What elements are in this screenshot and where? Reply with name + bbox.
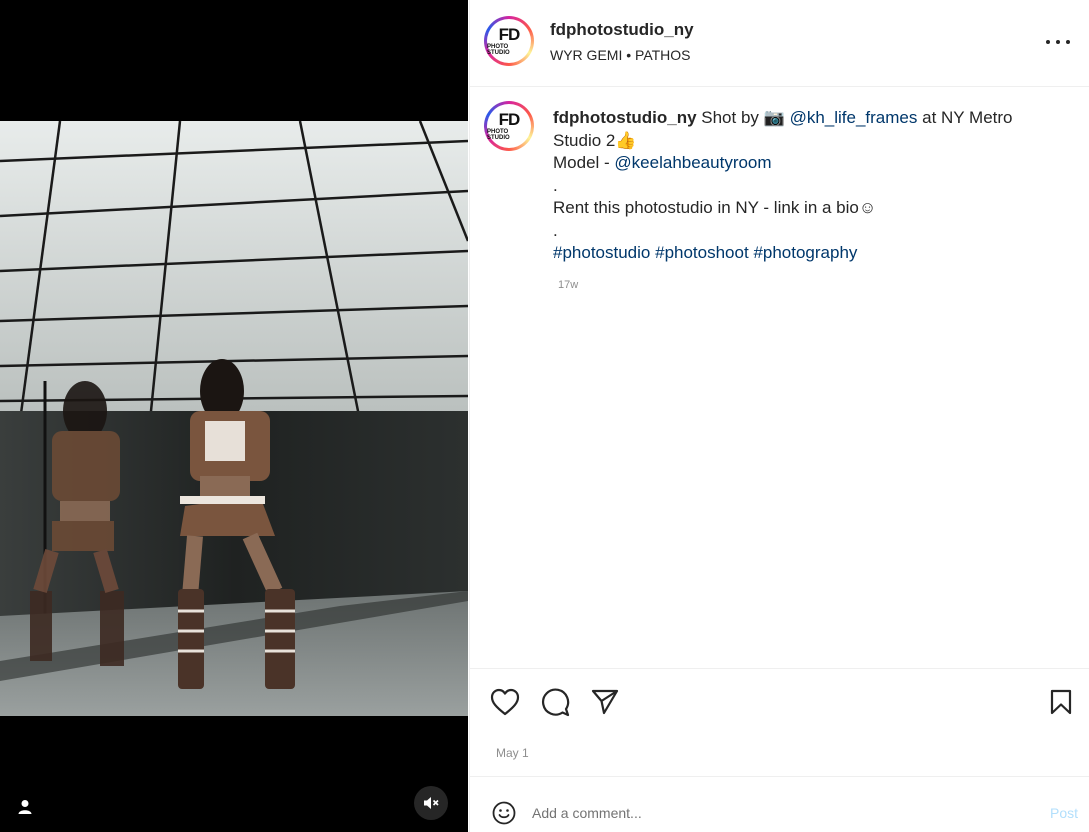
thumbs-up-emoji: 👍 xyxy=(615,130,637,150)
caption-username[interactable]: fdphotostudio_ny xyxy=(553,108,697,127)
caption-dot: . xyxy=(553,220,558,240)
caption-timestamp[interactable]: 17w xyxy=(558,279,578,291)
comment-input[interactable] xyxy=(532,802,1012,824)
audio-info[interactable]: WYR GEMI • PATHOS xyxy=(550,47,691,63)
more-dots-icon xyxy=(1046,40,1050,44)
caption-text: fdphotostudio_ny Shot by 📷 @kh_life_fram… xyxy=(553,107,1053,265)
like-button[interactable] xyxy=(489,686,521,718)
audio-artist: WYR GEMI xyxy=(550,47,623,63)
audio-separator: • xyxy=(626,47,632,63)
caption-avatar[interactable]: FD PHOTO STUDIO xyxy=(484,101,534,151)
post-comment-button[interactable]: Post xyxy=(1050,805,1078,821)
model-label: Model - xyxy=(553,153,610,172)
hashtag[interactable]: #photography xyxy=(753,243,857,262)
avatar[interactable]: FD PHOTO STUDIO xyxy=(484,16,534,66)
model-mention[interactable]: @keelahbeautyroom xyxy=(614,153,771,172)
emoji-button[interactable] xyxy=(492,801,516,825)
paper-plane-icon xyxy=(591,689,619,715)
avatar-logo-text: FD xyxy=(498,25,521,44)
avatar-logo-subtext: PHOTO STUDIO xyxy=(487,129,510,141)
photographer-mention[interactable]: @kh_life_frames xyxy=(790,108,918,127)
post-sidebar: FD PHOTO STUDIO fdphotostudio_ny WYR GEM… xyxy=(469,0,1089,832)
caption-dot: . xyxy=(553,175,558,195)
audio-track: PATHOS xyxy=(635,47,691,63)
hashtag[interactable]: #photostudio xyxy=(553,243,650,262)
action-bar: May 1 xyxy=(470,668,1089,778)
share-button[interactable] xyxy=(589,686,621,718)
post-header: FD PHOTO STUDIO fdphotostudio_ny WYR GEM… xyxy=(470,0,1089,87)
speaker-muted-icon xyxy=(424,797,439,809)
more-options-button[interactable] xyxy=(1046,30,1070,54)
caption-section: FD PHOTO STUDIO fdphotostudio_ny Shot by… xyxy=(470,87,1089,667)
comment-bubble-icon xyxy=(541,688,570,717)
header-username[interactable]: fdphotostudio_ny xyxy=(550,20,694,40)
smile-emoji: ☺ xyxy=(858,198,877,217)
rent-text: Rent this photostudio in NY - link in a … xyxy=(553,198,859,217)
media-pane xyxy=(0,0,468,832)
emoji-smile-icon xyxy=(492,801,516,825)
caption-shot-by: Shot by xyxy=(701,108,759,127)
post-date[interactable]: May 1 xyxy=(496,746,529,760)
mute-button[interactable] xyxy=(414,786,448,820)
bookmark-icon xyxy=(1050,689,1072,715)
person-icon[interactable] xyxy=(16,798,34,816)
comment-bar: Post xyxy=(470,776,1089,832)
save-button[interactable] xyxy=(1045,686,1077,718)
avatar-logo-text: FD xyxy=(498,110,521,129)
camera-emoji: 📷 xyxy=(763,108,785,127)
heart-icon xyxy=(490,688,520,716)
comment-button[interactable] xyxy=(539,686,571,718)
avatar-logo-subtext: PHOTO STUDIO xyxy=(487,44,510,56)
hashtag[interactable]: #photoshoot xyxy=(655,243,749,262)
post-video[interactable] xyxy=(0,121,468,716)
